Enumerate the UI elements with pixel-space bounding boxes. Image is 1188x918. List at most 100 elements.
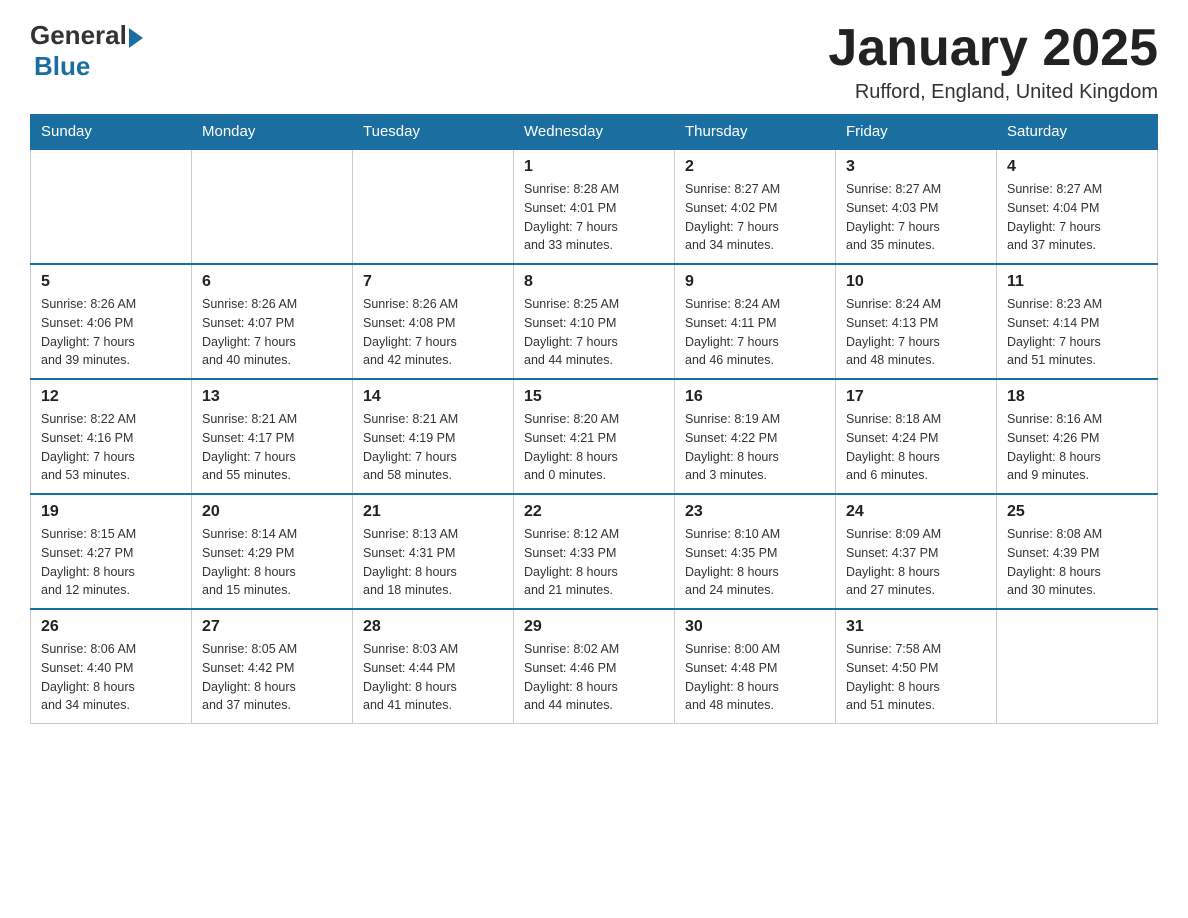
week-row-1: 1 Sunrise: 8:28 AM Sunset: 4:01 PM Daylig… xyxy=(31,149,1158,264)
calendar-table: SundayMondayTuesdayWednesdayThursdayFrid… xyxy=(30,114,1158,724)
calendar-cell: 28 Sunrise: 8:03 AM Sunset: 4:44 PM Dayli… xyxy=(353,609,514,724)
day-number: 2 xyxy=(685,158,825,176)
day-info: Sunrise: 8:10 AM Sunset: 4:35 PM Dayligh… xyxy=(685,525,825,600)
week-row-5: 26 Sunrise: 8:06 AM Sunset: 4:40 PM Dayli… xyxy=(31,609,1158,724)
day-number: 18 xyxy=(1007,388,1147,406)
day-number: 3 xyxy=(846,158,986,176)
day-number: 5 xyxy=(41,273,181,291)
day-info: Sunrise: 8:21 AM Sunset: 4:19 PM Dayligh… xyxy=(363,410,503,485)
day-number: 14 xyxy=(363,388,503,406)
week-row-2: 5 Sunrise: 8:26 AM Sunset: 4:06 PM Daylig… xyxy=(31,264,1158,379)
day-number: 22 xyxy=(524,503,664,521)
day-info: Sunrise: 8:05 AM Sunset: 4:42 PM Dayligh… xyxy=(202,640,342,715)
day-number: 6 xyxy=(202,273,342,291)
calendar-cell: 2 Sunrise: 8:27 AM Sunset: 4:02 PM Daylig… xyxy=(675,149,836,264)
col-header-thursday: Thursday xyxy=(675,115,836,150)
col-header-sunday: Sunday xyxy=(31,115,192,150)
location-text: Rufford, England, United Kingdom xyxy=(828,81,1158,104)
logo-arrow-icon xyxy=(129,28,143,48)
day-info: Sunrise: 8:06 AM Sunset: 4:40 PM Dayligh… xyxy=(41,640,181,715)
week-row-4: 19 Sunrise: 8:15 AM Sunset: 4:27 PM Dayli… xyxy=(31,494,1158,609)
day-info: Sunrise: 8:27 AM Sunset: 4:02 PM Dayligh… xyxy=(685,180,825,255)
calendar-cell: 30 Sunrise: 8:00 AM Sunset: 4:48 PM Dayli… xyxy=(675,609,836,724)
day-info: Sunrise: 8:02 AM Sunset: 4:46 PM Dayligh… xyxy=(524,640,664,715)
col-header-tuesday: Tuesday xyxy=(353,115,514,150)
calendar-cell: 29Sunrise: 8:02 AM Sunset: 4:46 PM Dayli… xyxy=(514,609,675,724)
day-number: 12 xyxy=(41,388,181,406)
day-info: Sunrise: 8:03 AM Sunset: 4:44 PM Dayligh… xyxy=(363,640,503,715)
day-number: 23 xyxy=(685,503,825,521)
calendar-cell: 19 Sunrise: 8:15 AM Sunset: 4:27 PM Dayli… xyxy=(31,494,192,609)
col-header-friday: Friday xyxy=(836,115,997,150)
day-number: 11 xyxy=(1007,273,1147,291)
calendar-cell: 9 Sunrise: 8:24 AM Sunset: 4:11 PM Daylig… xyxy=(675,264,836,379)
day-info: Sunrise: 8:28 AM Sunset: 4:01 PM Dayligh… xyxy=(524,180,664,255)
day-info: Sunrise: 8:26 AM Sunset: 4:06 PM Dayligh… xyxy=(41,295,181,370)
calendar-cell: 10 Sunrise: 8:24 AM Sunset: 4:13 PM Dayli… xyxy=(836,264,997,379)
calendar-cell: 7 Sunrise: 8:26 AM Sunset: 4:08 PM Daylig… xyxy=(353,264,514,379)
calendar-cell: 13 Sunrise: 8:21 AM Sunset: 4:17 PM Dayli… xyxy=(192,379,353,494)
day-number: 7 xyxy=(363,273,503,291)
calendar-cell: 31Sunrise: 7:58 AM Sunset: 4:50 PM Dayli… xyxy=(836,609,997,724)
day-info: Sunrise: 8:09 AM Sunset: 4:37 PM Dayligh… xyxy=(846,525,986,600)
day-number: 30 xyxy=(685,618,825,636)
calendar-cell: 3 Sunrise: 8:27 AM Sunset: 4:03 PM Daylig… xyxy=(836,149,997,264)
calendar-cell: 16 Sunrise: 8:19 AM Sunset: 4:22 PM Dayli… xyxy=(675,379,836,494)
day-info: Sunrise: 8:15 AM Sunset: 4:27 PM Dayligh… xyxy=(41,525,181,600)
calendar-cell: 12 Sunrise: 8:22 AM Sunset: 4:16 PM Dayli… xyxy=(31,379,192,494)
day-number: 13 xyxy=(202,388,342,406)
logo-blue-text: Blue xyxy=(34,51,90,82)
day-info: Sunrise: 8:25 AM Sunset: 4:10 PM Dayligh… xyxy=(524,295,664,370)
day-info: Sunrise: 8:27 AM Sunset: 4:03 PM Dayligh… xyxy=(846,180,986,255)
day-info: Sunrise: 8:12 AM Sunset: 4:33 PM Dayligh… xyxy=(524,525,664,600)
day-info: Sunrise: 8:14 AM Sunset: 4:29 PM Dayligh… xyxy=(202,525,342,600)
calendar-cell: 18Sunrise: 8:16 AM Sunset: 4:26 PM Dayli… xyxy=(997,379,1158,494)
calendar-cell: 14 Sunrise: 8:21 AM Sunset: 4:19 PM Dayli… xyxy=(353,379,514,494)
day-number: 24 xyxy=(846,503,986,521)
day-number: 31 xyxy=(846,618,986,636)
day-info: Sunrise: 8:19 AM Sunset: 4:22 PM Dayligh… xyxy=(685,410,825,485)
day-info: Sunrise: 8:22 AM Sunset: 4:16 PM Dayligh… xyxy=(41,410,181,485)
page-header: General Blue January 2025 Rufford, Engla… xyxy=(30,20,1158,104)
day-info: Sunrise: 8:00 AM Sunset: 4:48 PM Dayligh… xyxy=(685,640,825,715)
day-info: Sunrise: 8:20 AM Sunset: 4:21 PM Dayligh… xyxy=(524,410,664,485)
logo-general-text: General xyxy=(30,20,127,51)
day-number: 28 xyxy=(363,618,503,636)
day-info: Sunrise: 8:24 AM Sunset: 4:11 PM Dayligh… xyxy=(685,295,825,370)
day-info: Sunrise: 8:23 AM Sunset: 4:14 PM Dayligh… xyxy=(1007,295,1147,370)
day-number: 10 xyxy=(846,273,986,291)
calendar-cell: 22 Sunrise: 8:12 AM Sunset: 4:33 PM Dayli… xyxy=(514,494,675,609)
day-number: 26 xyxy=(41,618,181,636)
col-header-saturday: Saturday xyxy=(997,115,1158,150)
calendar-header-row: SundayMondayTuesdayWednesdayThursdayFrid… xyxy=(31,115,1158,150)
calendar-cell: 5 Sunrise: 8:26 AM Sunset: 4:06 PM Daylig… xyxy=(31,264,192,379)
day-info: Sunrise: 8:21 AM Sunset: 4:17 PM Dayligh… xyxy=(202,410,342,485)
week-row-3: 12 Sunrise: 8:22 AM Sunset: 4:16 PM Dayli… xyxy=(31,379,1158,494)
day-number: 9 xyxy=(685,273,825,291)
day-info: Sunrise: 8:24 AM Sunset: 4:13 PM Dayligh… xyxy=(846,295,986,370)
calendar-cell: 21Sunrise: 8:13 AM Sunset: 4:31 PM Dayli… xyxy=(353,494,514,609)
day-info: Sunrise: 8:18 AM Sunset: 4:24 PM Dayligh… xyxy=(846,410,986,485)
day-number: 15 xyxy=(524,388,664,406)
day-info: Sunrise: 8:27 AM Sunset: 4:04 PM Dayligh… xyxy=(1007,180,1147,255)
day-number: 25 xyxy=(1007,503,1147,521)
title-block: January 2025 Rufford, England, United Ki… xyxy=(828,20,1158,104)
day-number: 1 xyxy=(524,158,664,176)
calendar-cell: 25Sunrise: 8:08 AM Sunset: 4:39 PM Dayli… xyxy=(997,494,1158,609)
day-number: 4 xyxy=(1007,158,1147,176)
calendar-cell xyxy=(31,149,192,264)
day-info: Sunrise: 8:26 AM Sunset: 4:07 PM Dayligh… xyxy=(202,295,342,370)
logo: General Blue xyxy=(30,20,143,82)
day-info: Sunrise: 8:26 AM Sunset: 4:08 PM Dayligh… xyxy=(363,295,503,370)
calendar-cell: 1 Sunrise: 8:28 AM Sunset: 4:01 PM Daylig… xyxy=(514,149,675,264)
day-number: 21 xyxy=(363,503,503,521)
day-number: 16 xyxy=(685,388,825,406)
day-number: 17 xyxy=(846,388,986,406)
col-header-monday: Monday xyxy=(192,115,353,150)
col-header-wednesday: Wednesday xyxy=(514,115,675,150)
calendar-cell: 27Sunrise: 8:05 AM Sunset: 4:42 PM Dayli… xyxy=(192,609,353,724)
calendar-cell: 26 Sunrise: 8:06 AM Sunset: 4:40 PM Dayli… xyxy=(31,609,192,724)
calendar-cell: 17 Sunrise: 8:18 AM Sunset: 4:24 PM Dayli… xyxy=(836,379,997,494)
calendar-cell: 8Sunrise: 8:25 AM Sunset: 4:10 PM Daylig… xyxy=(514,264,675,379)
day-number: 19 xyxy=(41,503,181,521)
